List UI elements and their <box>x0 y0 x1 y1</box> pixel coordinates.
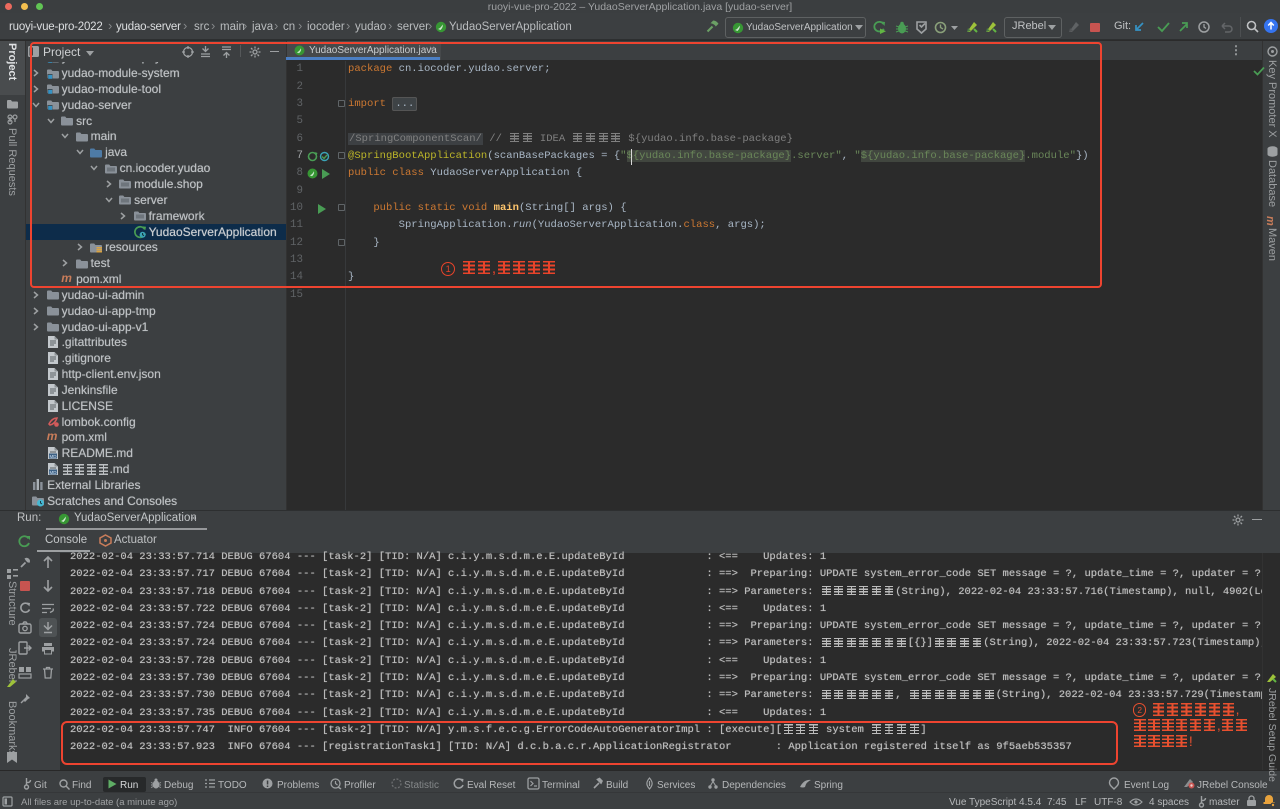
svg-text:MD: MD <box>49 454 57 459</box>
svg-text:MD: MD <box>49 470 57 475</box>
